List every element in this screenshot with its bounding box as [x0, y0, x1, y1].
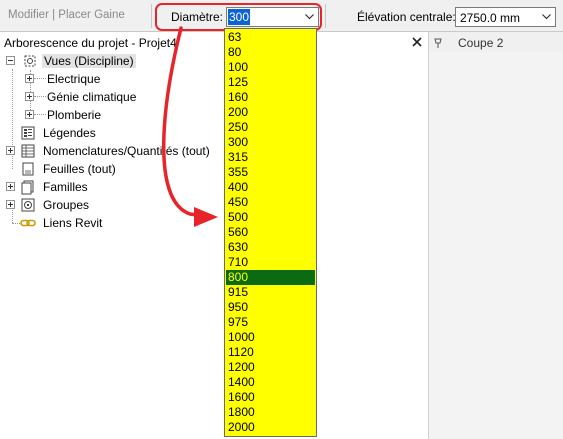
elevation-label: Élévation centrale:	[357, 10, 456, 24]
chevron-down-icon[interactable]	[301, 8, 318, 26]
dropdown-option[interactable]: 710	[226, 255, 315, 270]
diameter-combobox[interactable]: 300	[226, 7, 319, 27]
tree-node-label: Plomberie	[47, 108, 102, 122]
tree-node-label: Groupes	[43, 198, 90, 212]
groups-icon	[21, 198, 35, 212]
dropdown-option[interactable]: 125	[226, 75, 315, 90]
diameter-label: Diamètre:	[171, 10, 224, 24]
tree-node-label: Liens Revit	[43, 216, 103, 230]
expand-icon[interactable]	[6, 182, 15, 191]
dropdown-option[interactable]: 315	[226, 150, 315, 165]
pin-icon	[434, 38, 442, 48]
dropdown-option[interactable]: 100	[226, 60, 315, 75]
tree-node-groupes[interactable]: Groupes	[0, 196, 420, 214]
tree-node-familles[interactable]: Familles	[0, 178, 420, 196]
view-tab-label: Coupe 2	[458, 36, 504, 50]
project-browser-title: Arborescence du projet - Projet4	[4, 36, 177, 50]
dropdown-option[interactable]: 1120	[226, 345, 315, 360]
tree-node-label: Nomenclatures/Quantités (tout)	[43, 144, 210, 158]
dropdown-option[interactable]: 1600	[226, 390, 315, 405]
views-icon	[24, 55, 36, 67]
dropdown-option[interactable]: 450	[226, 195, 315, 210]
sheets-icon	[22, 162, 34, 176]
tree-node-electrique[interactable]: Electrique	[0, 70, 420, 88]
families-icon	[21, 180, 34, 195]
tree-node-plomberie[interactable]: Plomberie	[0, 106, 420, 124]
pane-divider[interactable]	[428, 32, 429, 439]
tree-node-nomenclatures[interactable]: Nomenclatures/Quantités (tout)	[0, 142, 420, 160]
expand-icon[interactable]	[6, 146, 15, 155]
diameter-dropdown-list[interactable]: 63 80 100 125 160 200 250 300 315 355 400 450 500 560…	[224, 28, 317, 437]
elevation-combobox[interactable]: 2750.0 mm	[455, 7, 556, 27]
tree-node-label: Légendes	[43, 126, 96, 140]
dropdown-option[interactable]: 80	[226, 45, 315, 60]
dropdown-option[interactable]: 800	[226, 270, 315, 285]
tree-node-label: Electrique	[47, 72, 101, 86]
dropdown-option[interactable]: 560	[226, 225, 315, 240]
dropdown-option[interactable]: 300	[226, 135, 315, 150]
tree-node-legendes[interactable]: Légendes	[0, 124, 420, 142]
view-canvas[interactable]	[428, 52, 563, 439]
dropdown-option[interactable]: 63	[226, 30, 315, 45]
expand-icon[interactable]	[25, 74, 34, 83]
dropdown-option[interactable]: 915	[226, 285, 315, 300]
elevation-value[interactable]: 2750.0 mm	[460, 10, 520, 26]
dropdown-option[interactable]: 200	[226, 105, 315, 120]
mode-label: Modifier | Placer Gaine	[8, 9, 125, 21]
dropdown-option[interactable]: 250	[226, 120, 315, 135]
dropdown-option[interactable]: 975	[226, 315, 315, 330]
dropdown-option[interactable]: 1400	[226, 375, 315, 390]
tree-node-feuilles[interactable]: Feuilles (tout)	[0, 160, 420, 178]
revit-links-icon	[20, 219, 36, 227]
dropdown-option[interactable]: 950	[226, 300, 315, 315]
tree-node-label: Familles	[43, 180, 88, 194]
tree-node-liens-revit[interactable]: Liens Revit	[0, 214, 420, 232]
dropdown-option[interactable]: 160	[226, 90, 315, 105]
dropdown-option[interactable]: 500	[226, 210, 315, 225]
tree-node-genie-climatique[interactable]: Génie climatique	[0, 88, 420, 106]
toolbar-separator	[151, 4, 152, 28]
legends-icon	[21, 126, 35, 140]
expand-icon[interactable]	[25, 110, 34, 119]
expand-icon[interactable]	[6, 200, 15, 209]
dropdown-option[interactable]: 1800	[226, 405, 315, 420]
collapse-icon[interactable]	[6, 56, 15, 65]
dropdown-option[interactable]: 2000	[226, 420, 315, 435]
tree-node-views[interactable]: Vues (Discipline)	[0, 52, 420, 70]
close-icon[interactable]	[411, 36, 423, 48]
dropdown-option[interactable]: 1200	[226, 360, 315, 375]
dropdown-option[interactable]: 1000	[226, 330, 315, 345]
toolbar-separator	[325, 4, 326, 28]
tree-node-label: Génie climatique	[47, 90, 137, 104]
dropdown-option[interactable]: 630	[226, 240, 315, 255]
tree-node-label: Vues (Discipline)	[42, 54, 136, 68]
diameter-value[interactable]: 300	[228, 9, 251, 25]
tree-node-label: Feuilles (tout)	[43, 162, 116, 176]
schedules-icon	[21, 144, 35, 158]
dropdown-option[interactable]: 400	[226, 180, 315, 195]
dropdown-option[interactable]: 355	[226, 165, 315, 180]
expand-icon[interactable]	[25, 92, 34, 101]
chevron-down-icon[interactable]	[538, 8, 555, 26]
